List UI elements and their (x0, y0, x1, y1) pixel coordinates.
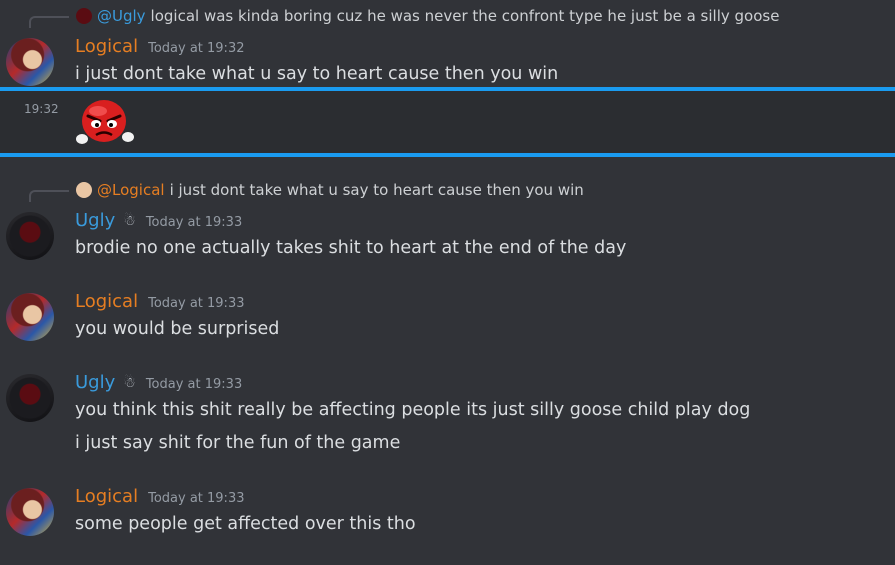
message-header: Ugly ☃ Today at 19:33 (75, 210, 242, 231)
reply-avatar (76, 8, 92, 24)
username[interactable]: Logical (75, 36, 138, 57)
timestamp: Today at 19:33 (145, 215, 243, 230)
message-header: Logical Today at 19:32 (75, 36, 244, 57)
username[interactable]: Ugly (75, 372, 115, 393)
reply-preview[interactable]: @Ugly logical was kinda boring cuz he wa… (76, 7, 779, 25)
avatar[interactable] (6, 212, 54, 260)
message-text: you would be surprised (75, 319, 280, 339)
robot-role-icon[interactable]: ☃ (123, 375, 136, 391)
username[interactable]: Ugly (75, 210, 115, 231)
message-header: Logical Today at 19:33 (75, 486, 244, 507)
reply-text: i just dont take what u say to heart cau… (169, 181, 584, 199)
reply-mention[interactable]: @Logical (97, 181, 165, 199)
reply-mention[interactable]: @Ugly (97, 7, 146, 25)
timestamp: Today at 19:33 (148, 491, 245, 506)
message-header: Ugly ☃ Today at 19:33 (75, 372, 242, 393)
username[interactable]: Logical (75, 486, 138, 507)
side-timestamp: 19:32 (24, 102, 59, 116)
timestamp: Today at 19:32 (148, 41, 245, 56)
avatar[interactable] (6, 488, 54, 536)
reply-connector (29, 190, 69, 202)
highlighted-message[interactable]: 19:32 (0, 87, 895, 157)
chat-log: @Ugly logical was kinda boring cuz he wa… (0, 0, 895, 565)
avatar[interactable] (6, 293, 54, 341)
timestamp: Today at 19:33 (148, 296, 245, 311)
reply-avatar (76, 182, 92, 198)
message-text: i just dont take what u say to heart cau… (75, 64, 559, 84)
timestamp: Today at 19:33 (145, 377, 243, 392)
message-text: you think this shit really be affecting … (75, 400, 751, 420)
avatar[interactable] (6, 374, 54, 422)
avatar[interactable] (6, 38, 54, 86)
angry-red-candy-emoji (76, 100, 134, 144)
robot-role-icon[interactable]: ☃ (123, 213, 136, 229)
username[interactable]: Logical (75, 291, 138, 312)
reply-preview[interactable]: @Logical i just dont take what u say to … (76, 181, 584, 199)
reply-connector (29, 16, 69, 28)
message-header: Logical Today at 19:33 (75, 291, 244, 312)
message-text: brodie no one actually takes shit to hea… (75, 238, 627, 258)
reply-text: logical was kinda boring cuz he was neve… (150, 7, 780, 25)
message-text: i just say shit for the fun of the game (75, 433, 401, 453)
message-text: some people get affected over this tho (75, 514, 416, 534)
